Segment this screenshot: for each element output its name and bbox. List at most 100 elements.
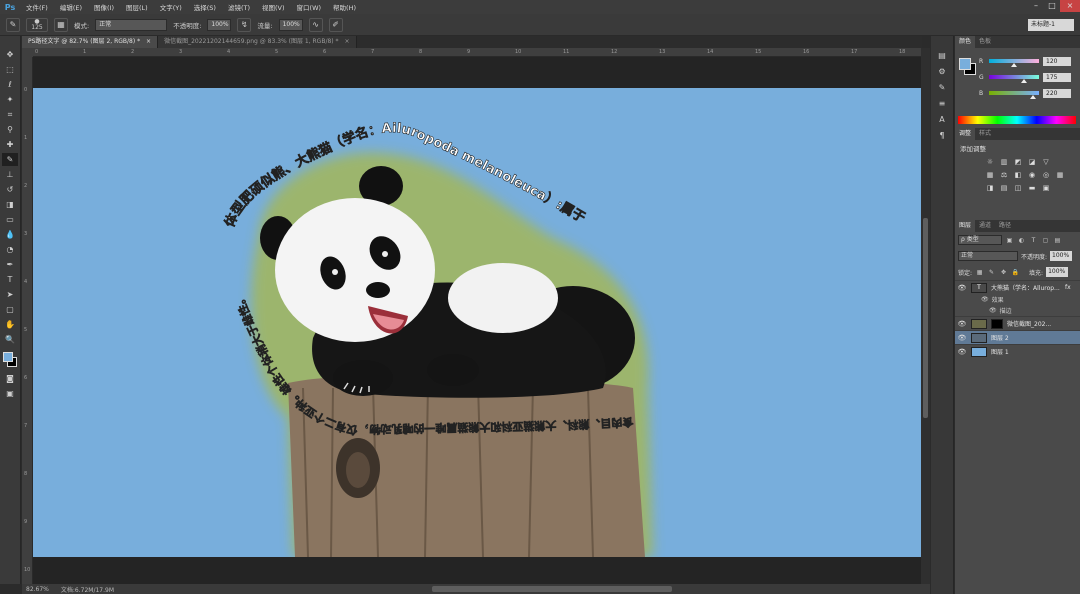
layer-opacity-value[interactable]: 100%: [1050, 251, 1073, 261]
posterize-icon[interactable]: ▤: [999, 184, 1009, 193]
crop-tool-icon[interactable]: ⌗: [2, 108, 18, 121]
zoom-tool-icon[interactable]: 🔍: [2, 333, 18, 346]
tab-styles[interactable]: 样式: [975, 128, 995, 140]
color-swatches[interactable]: [2, 352, 18, 370]
properties-panel-icon[interactable]: ⚙: [935, 66, 949, 78]
tab-paths[interactable]: 路径: [995, 220, 1015, 232]
filter-type-icon[interactable]: T: [1029, 236, 1038, 245]
black-white-icon[interactable]: ◧: [1013, 171, 1023, 180]
quick-select-tool-icon[interactable]: ✦: [2, 93, 18, 106]
tab-color[interactable]: 颜色: [955, 36, 976, 48]
airbrush-icon[interactable]: ∿: [308, 17, 323, 32]
blur-tool-icon[interactable]: 💧: [2, 228, 18, 241]
green-slider-thumb[interactable]: [1021, 79, 1027, 83]
tab-channels[interactable]: 通道: [975, 220, 995, 232]
fx-icon[interactable]: fx: [1065, 284, 1071, 291]
lock-pixels-icon[interactable]: ✎: [987, 268, 996, 277]
menu-file[interactable]: 文件(F): [20, 2, 54, 12]
filter-smart-icon[interactable]: ▤: [1053, 236, 1062, 245]
blend-mode-select[interactable]: 正常: [958, 251, 1018, 261]
dodge-tool-icon[interactable]: ◔: [2, 243, 18, 256]
filter-pixel-icon[interactable]: ▣: [1005, 236, 1014, 245]
exposure-icon[interactable]: ◪: [1027, 158, 1037, 167]
invert-icon[interactable]: ◨: [985, 184, 995, 193]
vertical-scroll-thumb[interactable]: [923, 218, 928, 418]
filter-shape-icon[interactable]: ▢: [1041, 236, 1050, 245]
red-slider[interactable]: [989, 59, 1039, 67]
healing-tool-icon[interactable]: ✚: [2, 138, 18, 151]
menu-image[interactable]: 图像(I): [88, 2, 120, 12]
canvas[interactable]: 体型肥硕似熊、大熊猫（学名：Ailuropoda melanoleuca）:属于…: [33, 88, 921, 557]
channel-mixer-icon[interactable]: ◎: [1041, 171, 1051, 180]
tab-swatches[interactable]: 色板: [975, 36, 995, 48]
green-value[interactable]: 175: [1043, 72, 1071, 82]
lock-transparent-icon[interactable]: ▦: [975, 268, 984, 277]
color-panel-foreground[interactable]: [959, 58, 971, 70]
blue-slider-thumb[interactable]: [1030, 95, 1036, 99]
threshold-icon[interactable]: ◫: [1013, 184, 1023, 193]
layer-mask-thumbnail[interactable]: [991, 318, 1003, 329]
zoom-level[interactable]: 82.67%: [26, 586, 49, 593]
color-lookup-icon[interactable]: ▦: [1055, 171, 1065, 180]
tab-adjustments[interactable]: 调整: [955, 128, 976, 140]
layer-row-layer2[interactable]: 👁 图层 2: [955, 330, 1080, 344]
opacity-field[interactable]: 100%: [207, 18, 232, 31]
blue-value[interactable]: 220: [1043, 88, 1071, 98]
layer-effects-row[interactable]: 👁 效果: [955, 294, 1080, 305]
menu-type[interactable]: 文字(Y): [154, 2, 188, 12]
pressure-size-icon[interactable]: ✐: [328, 17, 343, 32]
brush-panel-icon[interactable]: ✎: [935, 82, 949, 94]
eyedropper-tool-icon[interactable]: ⚲: [2, 123, 18, 136]
color-spectrum[interactable]: [958, 116, 1076, 124]
eye-icon[interactable]: 👁: [957, 348, 967, 356]
clone-stamp-tool-icon[interactable]: ⊥: [2, 168, 18, 181]
brush-panel-icon[interactable]: ▦: [54, 17, 68, 32]
eye-icon[interactable]: 👁: [957, 334, 967, 342]
red-value[interactable]: 120: [1043, 56, 1071, 66]
layer-stroke-row[interactable]: 👁 描边: [955, 305, 1080, 316]
flow-field[interactable]: 100%: [278, 18, 303, 31]
tab-document-1[interactable]: PS路径文字 @ 82.7% (图层 2, RGB/8) * ×: [22, 36, 159, 48]
eye-icon[interactable]: 👁: [957, 284, 967, 292]
marquee-tool-icon[interactable]: ⬚: [2, 63, 18, 76]
layer-filter-select[interactable]: ρ 类型: [958, 235, 1002, 245]
horizontal-scroll-thumb[interactable]: [432, 586, 672, 592]
close-button[interactable]: ×: [1060, 0, 1080, 12]
maximize-button[interactable]: □: [1044, 0, 1060, 12]
red-slider-thumb[interactable]: [1011, 63, 1017, 67]
gradient-tool-icon[interactable]: ▭: [2, 213, 18, 226]
shape-tool-icon[interactable]: ▢: [2, 303, 18, 316]
brush-tool-icon[interactable]: ✎: [2, 153, 18, 166]
character-panel-icon[interactable]: A: [935, 114, 949, 126]
lock-all-icon[interactable]: 🔒: [1011, 268, 1020, 277]
layer-row-image[interactable]: 👁 微信截图_202...: [955, 316, 1080, 330]
color-balance-icon[interactable]: ⚖: [999, 171, 1009, 180]
history-panel-icon[interactable]: ▤: [935, 50, 949, 62]
hand-tool-icon[interactable]: ✋: [2, 318, 18, 331]
pen-tool-icon[interactable]: ✒: [2, 258, 18, 271]
levels-icon[interactable]: ▥: [999, 158, 1009, 167]
menu-layer[interactable]: 图层(L): [120, 2, 154, 12]
menu-view[interactable]: 视图(V): [256, 2, 291, 12]
lasso-tool-icon[interactable]: ℓ: [2, 78, 18, 91]
tab-close-icon[interactable]: ×: [146, 38, 151, 45]
lock-position-icon[interactable]: ✥: [999, 268, 1008, 277]
minimize-button[interactable]: –: [1028, 0, 1044, 12]
tab-close-icon[interactable]: ×: [344, 38, 349, 45]
pressure-opacity-icon[interactable]: ↯: [237, 17, 252, 32]
path-select-tool-icon[interactable]: ➤: [2, 288, 18, 301]
menu-window[interactable]: 窗口(W): [291, 2, 328, 12]
menu-filter[interactable]: 滤镜(T): [222, 2, 256, 12]
eraser-tool-icon[interactable]: ◨: [2, 198, 18, 211]
menu-edit[interactable]: 编辑(E): [54, 2, 88, 12]
mode-select[interactable]: 正常: [95, 18, 168, 31]
menu-select[interactable]: 选择(S): [188, 2, 222, 12]
layer-row-layer1[interactable]: 👁 图层 1: [955, 344, 1080, 358]
fill-value[interactable]: 100%: [1046, 267, 1069, 277]
screen-mode-icon[interactable]: ▣: [2, 387, 18, 400]
history-brush-tool-icon[interactable]: ↺: [2, 183, 18, 196]
layer-row-text[interactable]: 👁 T 大熊猫（学名：Allurop... fx: [955, 280, 1080, 294]
tab-layers[interactable]: 图层: [955, 220, 976, 232]
gradient-map-icon[interactable]: ▬: [1027, 184, 1037, 193]
quick-mask-icon[interactable]: ◙: [2, 372, 18, 385]
